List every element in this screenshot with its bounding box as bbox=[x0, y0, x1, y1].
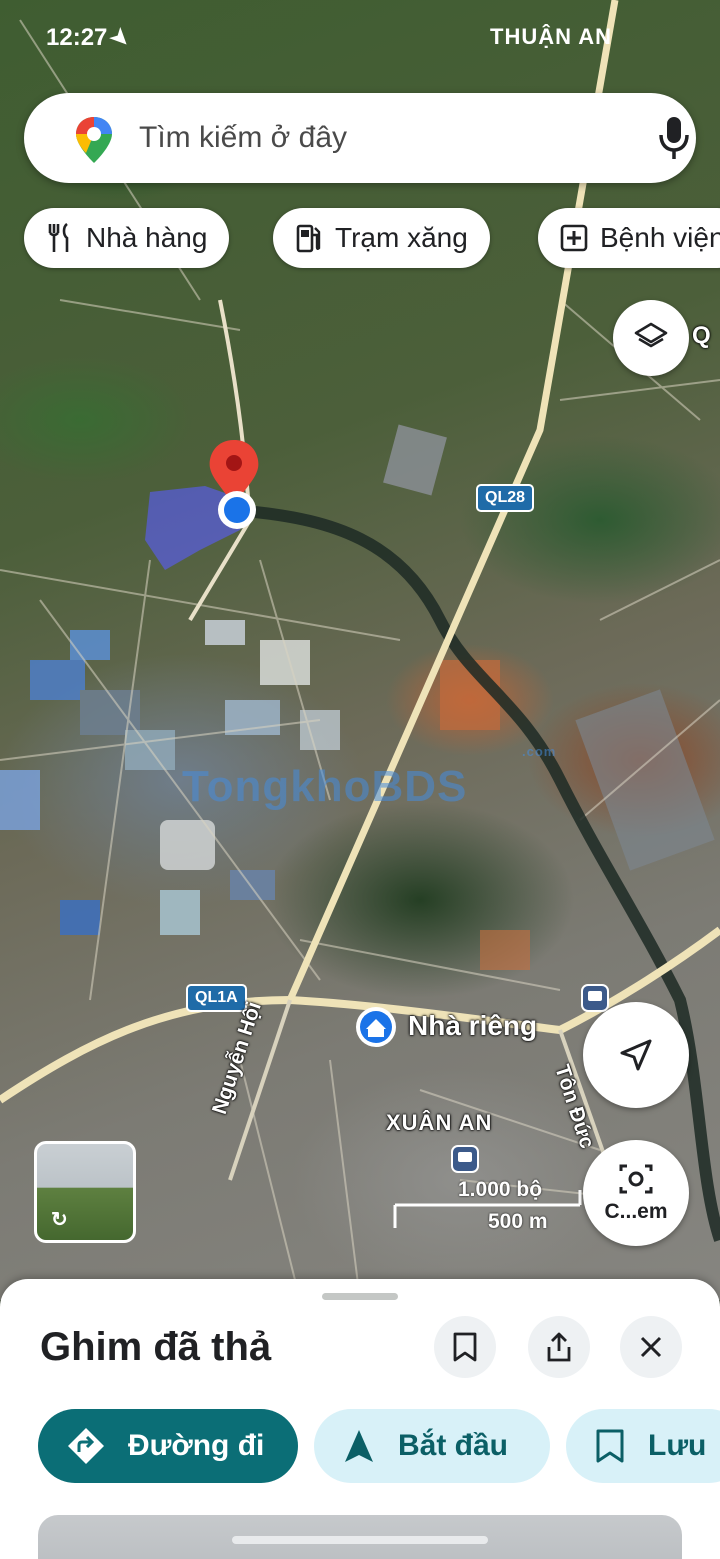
chip-restaurants-label: Nhà hàng bbox=[86, 222, 208, 253]
restaurant-icon bbox=[46, 223, 74, 252]
save-icon-button[interactable] bbox=[434, 1316, 496, 1378]
start-button[interactable]: Bắt đầu bbox=[314, 1409, 550, 1483]
bus-stop-icon[interactable] bbox=[581, 984, 609, 1012]
search-bar[interactable]: Tìm kiếm ở đây bbox=[24, 93, 696, 183]
maps-logo-icon bbox=[76, 117, 112, 163]
save-button[interactable]: Lưu bbox=[566, 1409, 720, 1483]
share-icon bbox=[547, 1332, 571, 1362]
chip-hospitals-label: Bệnh viện bbox=[600, 222, 720, 253]
layers-icon bbox=[634, 322, 668, 348]
map-scale: 1.000 bộ 500 m bbox=[458, 1178, 548, 1233]
start-label: Bắt đầu bbox=[398, 1429, 509, 1462]
home-label[interactable]: Nhà riêng bbox=[408, 1010, 537, 1042]
chip-hospitals[interactable]: Bệnh viện bbox=[538, 208, 720, 268]
microphone-icon[interactable] bbox=[656, 115, 692, 161]
bookmark-icon bbox=[453, 1332, 477, 1362]
chip-restaurants[interactable]: Nhà hàng bbox=[24, 208, 230, 268]
watermark: TongkhoBDS .com bbox=[182, 744, 557, 811]
street-view-thumbnail[interactable]: ↻ bbox=[34, 1141, 136, 1243]
road-shield-ql1a: QL1A bbox=[186, 984, 247, 1012]
my-location-button[interactable] bbox=[583, 1002, 689, 1108]
chip-gas-stations-label: Trạm xăng bbox=[335, 222, 468, 253]
home-marker[interactable] bbox=[356, 1007, 396, 1047]
gas-station-icon bbox=[295, 224, 323, 253]
directions-button[interactable]: Đường đi bbox=[38, 1409, 298, 1483]
rotate-360-icon: ↻ bbox=[51, 1209, 68, 1231]
home-indicator[interactable] bbox=[232, 1536, 488, 1544]
share-button[interactable] bbox=[528, 1316, 590, 1378]
save-label: Lưu bbox=[648, 1429, 707, 1462]
lens-button[interactable]: C...em bbox=[583, 1140, 689, 1246]
search-input[interactable]: Tìm kiếm ở đây bbox=[139, 121, 347, 155]
close-button[interactable] bbox=[620, 1316, 682, 1378]
status-time: 12:27➤ bbox=[46, 22, 137, 54]
area-label-xuan-an: XUÂN AN bbox=[386, 1110, 493, 1135]
navigation-icon bbox=[345, 1430, 373, 1462]
hospital-icon bbox=[560, 224, 588, 252]
directions-label: Đường đi bbox=[128, 1429, 265, 1462]
lens-button-label: C...em bbox=[604, 1200, 668, 1223]
navigation-arrow-icon bbox=[620, 1039, 652, 1071]
map-roads bbox=[0, 0, 720, 1300]
bus-stop-icon[interactable] bbox=[451, 1145, 479, 1173]
camera-search-icon bbox=[619, 1164, 653, 1194]
close-icon bbox=[640, 1336, 662, 1358]
road-shield-ql28: QL28 bbox=[476, 484, 535, 512]
map-edge-label: Q bbox=[692, 322, 711, 349]
status-area-label: THUẬN AN bbox=[490, 24, 613, 49]
sheet-title: Ghim đã thả bbox=[40, 1325, 272, 1369]
bookmark-icon bbox=[596, 1429, 624, 1463]
chip-gas-stations[interactable]: Trạm xăng bbox=[273, 208, 490, 268]
place-sheet[interactable]: Ghim đã thả Đường đi Bắt đầu Lưu bbox=[0, 1279, 720, 1559]
layers-button[interactable] bbox=[613, 300, 689, 376]
directions-icon bbox=[68, 1428, 104, 1464]
current-location-dot bbox=[218, 491, 256, 529]
map-canvas[interactable]: QL28 QL1A Nhà riêng Nguyễn Hội Tôn Đức X… bbox=[0, 0, 720, 1300]
sheet-drag-handle[interactable] bbox=[322, 1293, 398, 1300]
